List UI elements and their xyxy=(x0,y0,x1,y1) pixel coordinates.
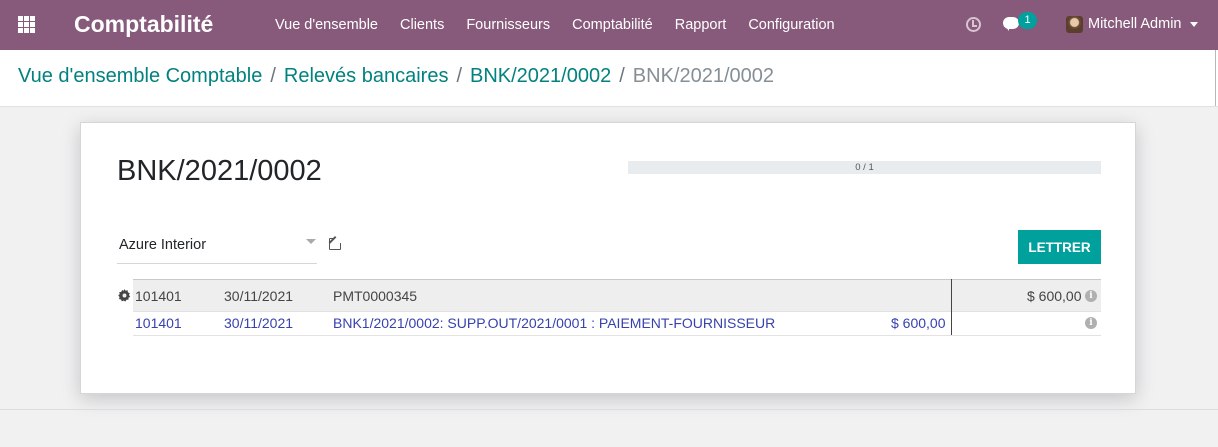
proposition-label: BNK1/2021/0002: SUPP.OUT/2021/0001 : PAI… xyxy=(333,315,776,331)
chat-icon[interactable] xyxy=(1003,17,1019,31)
breadcrumb-separator: / xyxy=(456,65,462,87)
control-panel: Vue d'ensemble Comptable / Relevés banca… xyxy=(0,50,1218,107)
statement-account: 101401 xyxy=(135,288,182,304)
user-menu-caret-icon[interactable] xyxy=(1190,22,1198,27)
proposition-account: 101401 xyxy=(135,315,182,331)
match-table: 101401 30/11/2021 PMT0000345 $ 600,00 i … xyxy=(118,279,1101,336)
menu-item-configuration[interactable]: Configuration xyxy=(737,17,845,33)
breadcrumb: Vue d'ensemble Comptable / Relevés banca… xyxy=(18,65,774,88)
proposition-info-icon[interactable]: i xyxy=(1085,317,1097,329)
apps-menu-icon[interactable] xyxy=(18,16,35,33)
partner-select[interactable]: Azure Interior xyxy=(117,229,317,264)
app-brand[interactable]: Comptabilité xyxy=(74,11,213,38)
breadcrumb-statement[interactable]: BNK/2021/0002 xyxy=(470,65,611,88)
statement-line-row[interactable]: 101401 30/11/2021 PMT0000345 $ 600,00 i xyxy=(118,279,1101,311)
breadcrumb-separator: / xyxy=(270,65,276,87)
breadcrumb-accounting-overview[interactable]: Vue d'ensemble Comptable xyxy=(18,65,262,88)
menu-item-customers[interactable]: Clients xyxy=(389,17,455,33)
reconciliation-progress-bar: 0 / 1 xyxy=(628,161,1101,174)
proposition-amount: $ 600,00 xyxy=(891,315,946,331)
statement-label: PMT0000345 xyxy=(333,288,418,304)
debit-credit-divider xyxy=(951,279,952,335)
progress-label: 0 / 1 xyxy=(855,162,874,173)
menu-item-accounting[interactable]: Comptabilité xyxy=(561,17,664,33)
menu-item-reporting[interactable]: Rapport xyxy=(664,17,738,33)
statement-info-icon[interactable]: i xyxy=(1085,290,1097,302)
top-navbar: Comptabilité Vue d'ensemble Clients Four… xyxy=(0,0,1218,50)
scrollbar-edge xyxy=(1215,50,1216,106)
proposition-line-row[interactable]: 101401 30/11/2021 BNK1/2021/0002: SUPP.O… xyxy=(133,311,1101,336)
breadcrumb-current: BNK/2021/0002 xyxy=(632,65,775,87)
external-link-icon[interactable] xyxy=(329,235,343,250)
menu-item-vendors[interactable]: Fournisseurs xyxy=(455,17,561,33)
user-avatar[interactable] xyxy=(1066,16,1083,33)
footer-divider xyxy=(0,409,1218,410)
activity-clock-icon[interactable] xyxy=(966,17,981,32)
main-menu: Vue d'ensemble Clients Fournisseurs Comp… xyxy=(264,0,846,50)
statement-title: BNK/2021/0002 xyxy=(117,155,322,187)
chat-count-badge: 1 xyxy=(1018,12,1037,29)
dropdown-caret-icon[interactable] xyxy=(306,239,316,244)
gear-icon[interactable] xyxy=(118,289,131,302)
breadcrumb-bank-statements[interactable]: Relevés bancaires xyxy=(284,65,449,88)
breadcrumb-separator: / xyxy=(619,65,625,87)
user-menu-name[interactable]: Mitchell Admin xyxy=(1088,16,1181,32)
statement-amount: $ 600,00 xyxy=(1027,288,1082,304)
lettrer-button[interactable]: LETTRER xyxy=(1018,230,1101,264)
reconciliation-sheet: BNK/2021/0002 0 / 1 Azure Interior LETTR… xyxy=(80,122,1136,394)
menu-item-overview[interactable]: Vue d'ensemble xyxy=(264,17,389,33)
proposition-date: 30/11/2021 xyxy=(224,315,294,331)
partner-value: Azure Interior xyxy=(119,237,207,253)
statement-date: 30/11/2021 xyxy=(224,288,294,304)
